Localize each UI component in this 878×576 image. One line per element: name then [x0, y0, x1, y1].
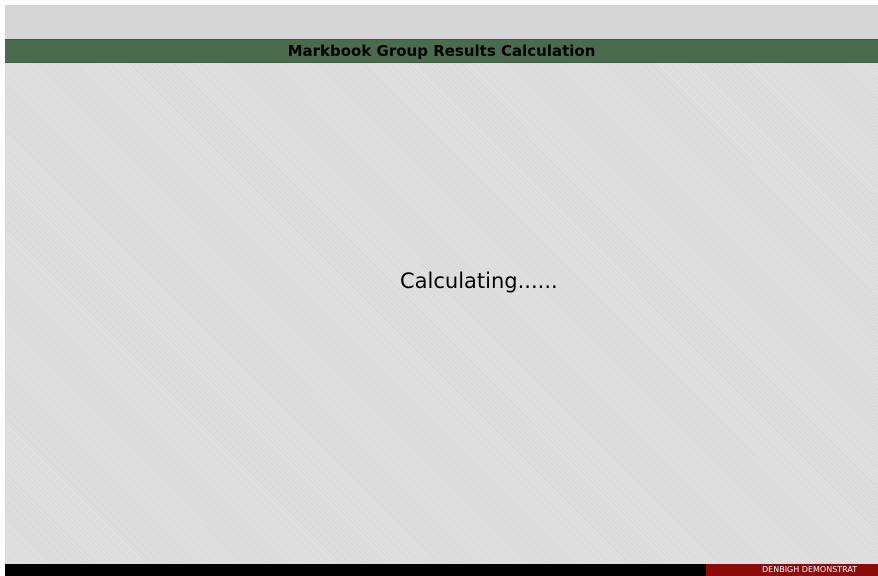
calculating-status-text: Calculating...... — [400, 269, 558, 293]
page-title: Markbook Group Results Calculation — [287, 42, 596, 60]
top-strip — [5, 5, 878, 39]
app-window: Markbook Group Results Calculation Calcu… — [5, 5, 878, 576]
school-name-badge: DENBIGH DEMONSTRAT — [706, 564, 878, 576]
main-content: Calculating...... — [5, 63, 878, 564]
title-bar: Markbook Group Results Calculation — [5, 39, 878, 63]
school-name-label: DENBIGH DEMONSTRAT — [762, 565, 858, 574]
footer-bar: DENBIGH DEMONSTRAT — [5, 564, 878, 576]
